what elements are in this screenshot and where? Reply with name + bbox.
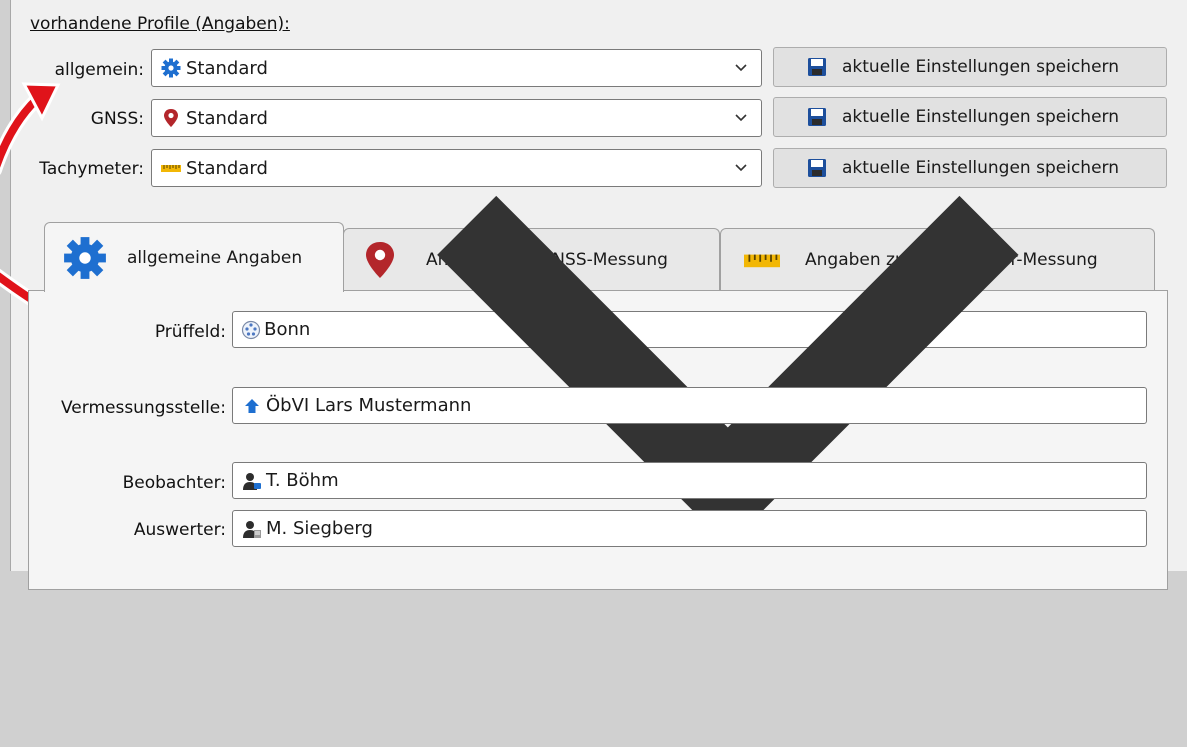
profiles-title: vorhandene Profile (Angaben): — [30, 14, 290, 34]
chevron-down-icon — [437, 195, 1019, 546]
test-field-icon — [241, 319, 261, 341]
profile-label-gnss: GNSS: — [90, 109, 144, 129]
gear-icon — [160, 57, 182, 79]
auswerter-value: M. Siegberg — [266, 518, 373, 539]
ruler-icon — [160, 157, 182, 179]
gear-icon — [64, 236, 106, 279]
profile-label-allgemein: allgemein: — [54, 60, 144, 80]
profile-value-tachymeter: Standard — [186, 157, 268, 179]
profile-value-gnss: Standard — [186, 107, 268, 129]
beobachter-value: T. Böhm — [266, 470, 339, 491]
home-arrow-icon — [241, 395, 263, 417]
auswerter-label: Auswerter: — [133, 520, 226, 540]
vermessungsstelle-label: Vermessungsstelle: — [60, 398, 226, 418]
prueffeld-label: Prüffeld: — [154, 322, 226, 342]
auswerter-field[interactable]: M. Siegberg — [232, 510, 1147, 547]
vermessungsstelle-value: ÖbVI Lars Mustermann — [266, 395, 472, 416]
beobachter-field[interactable]: T. Böhm — [232, 462, 1147, 499]
profile-value-allgemein: Standard — [186, 57, 268, 79]
map-pin-icon — [160, 107, 182, 129]
observer-person-icon — [241, 470, 263, 492]
prueffeld-value: Bonn — [264, 319, 311, 340]
tab-label: allgemeine Angaben — [127, 247, 303, 268]
prueffeld-select[interactable]: Bonn — [232, 195, 1147, 546]
beobachter-label: Beobachter: — [122, 473, 226, 493]
analyst-person-icon — [241, 518, 263, 540]
vermessungsstelle-field[interactable]: ÖbVI Lars Mustermann — [232, 387, 1147, 424]
profile-label-tachymeter: Tachymeter: — [39, 159, 144, 179]
tab-allgemeine-angaben[interactable]: allgemeine Angaben — [44, 222, 344, 292]
